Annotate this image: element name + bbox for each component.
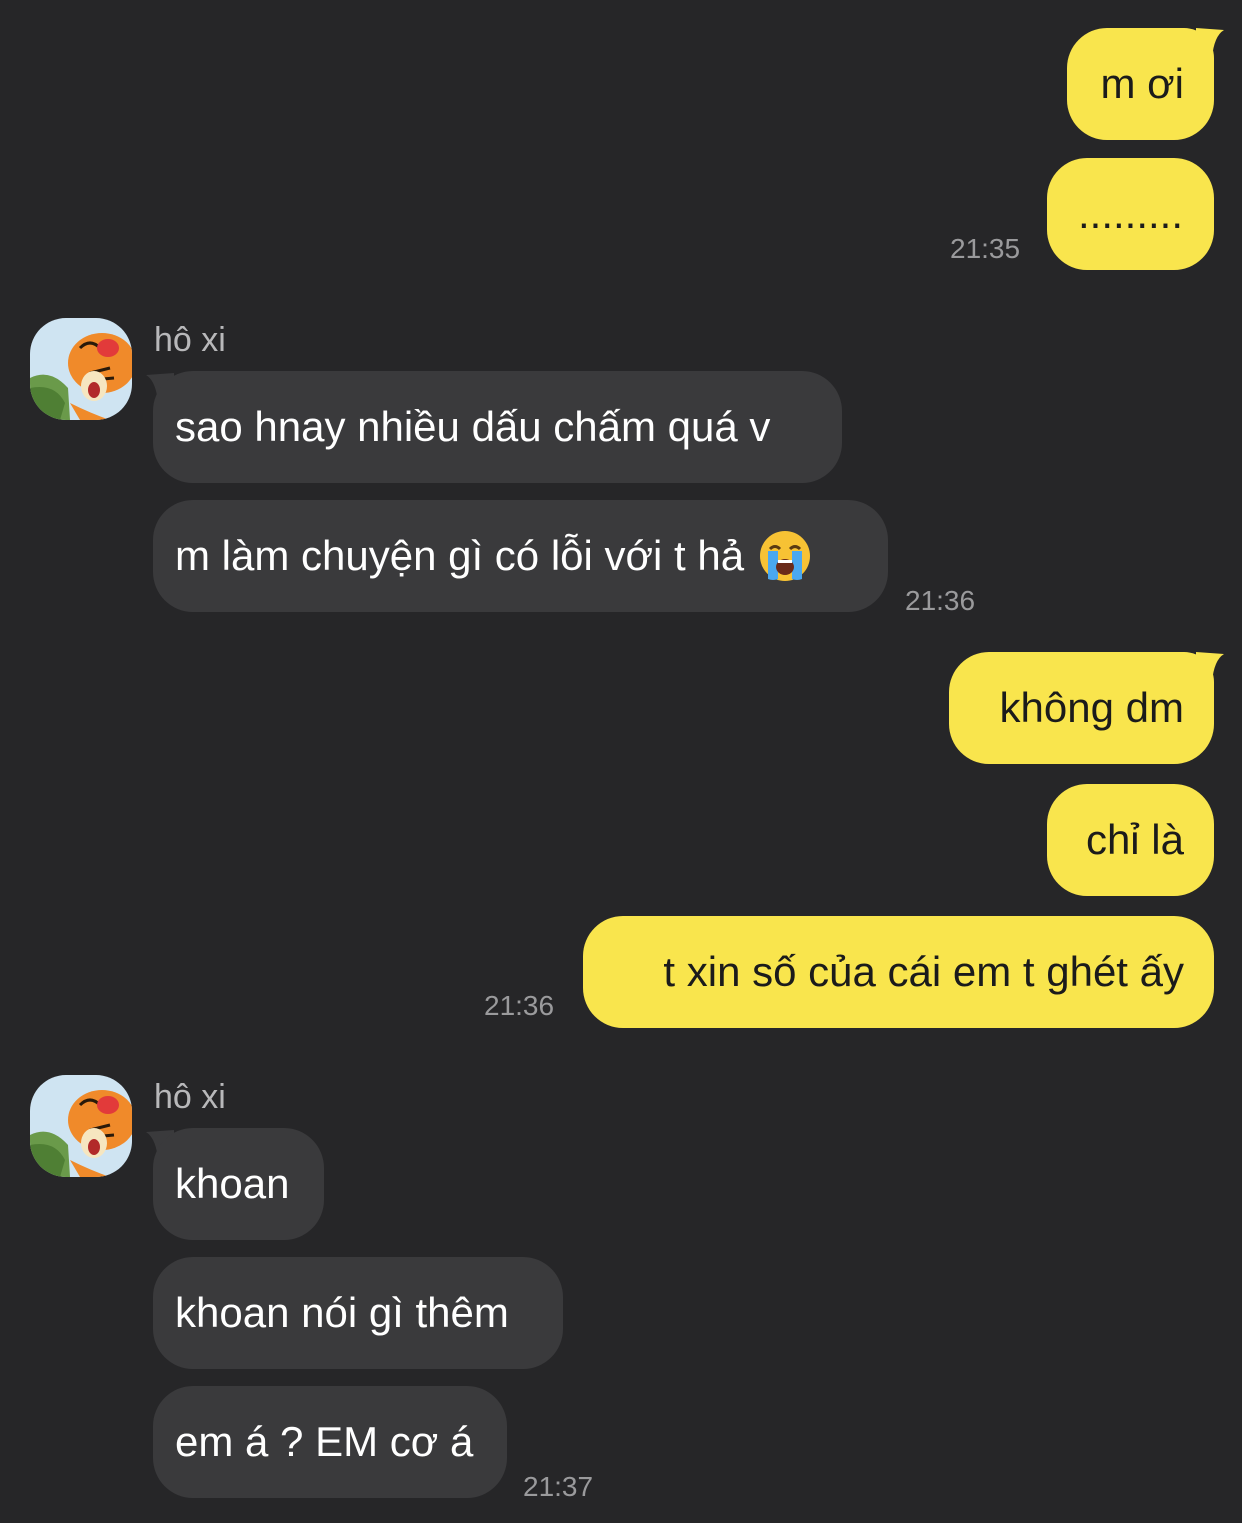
bubble-tail-icon xyxy=(1196,652,1224,682)
outgoing-message-bubble[interactable]: chỉ là xyxy=(1047,784,1214,896)
sender-name: hô xi xyxy=(154,321,226,359)
tigger-avatar[interactable] xyxy=(30,318,132,420)
message-timestamp: 21:37 xyxy=(523,1471,594,1502)
message-timestamp: 21:35 xyxy=(950,233,1021,264)
message-text: chỉ là xyxy=(1085,816,1184,863)
message-text: khoan nói gì thêm xyxy=(175,1289,509,1336)
message-text: m làm chuyện gì có lỗi với t hả xyxy=(175,532,745,579)
message-text: ......... xyxy=(1077,190,1184,237)
message-text: t xin số của cái em t ghét ấy xyxy=(663,948,1184,995)
incoming-message-bubble[interactable]: sao hnay nhiều dấu chấm quá v xyxy=(153,371,842,483)
message-text: m ơi xyxy=(1100,60,1184,107)
incoming-message-bubble[interactable]: m làm chuyện gì có lỗi với t hả xyxy=(153,500,888,612)
message-timestamp: 21:36 xyxy=(484,990,555,1021)
chat-screen: { "colors": { "background": "#262628", "… xyxy=(0,0,1242,1523)
incoming-message-bubble[interactable]: em á ? EM cơ á xyxy=(153,1386,507,1498)
sender-name: hô xi xyxy=(154,1078,226,1116)
message-text: sao hnay nhiều dấu chấm quá v xyxy=(175,403,771,450)
incoming-message-bubble[interactable]: khoan nói gì thêm xyxy=(153,1257,563,1369)
message-text: không dm xyxy=(999,684,1184,731)
message-timestamp: 21:36 xyxy=(905,585,976,616)
avatar-image xyxy=(30,1075,132,1177)
message-text: khoan xyxy=(175,1160,290,1207)
outgoing-message-bubble[interactable]: không dm xyxy=(949,652,1214,764)
tigger-avatar[interactable] xyxy=(30,1075,132,1177)
outgoing-message-bubble[interactable]: m ơi xyxy=(1067,28,1214,140)
outgoing-message-bubble[interactable]: ......... xyxy=(1047,158,1214,270)
avatar-image xyxy=(30,318,132,420)
message-text: em á ? EM cơ á xyxy=(175,1418,474,1465)
bubble-tail-icon xyxy=(1196,28,1224,58)
loudly-crying-face-icon xyxy=(758,529,812,583)
outgoing-message-bubble[interactable]: t xin số của cái em t ghét ấy xyxy=(583,916,1214,1028)
incoming-message-bubble[interactable]: khoan xyxy=(153,1128,324,1240)
